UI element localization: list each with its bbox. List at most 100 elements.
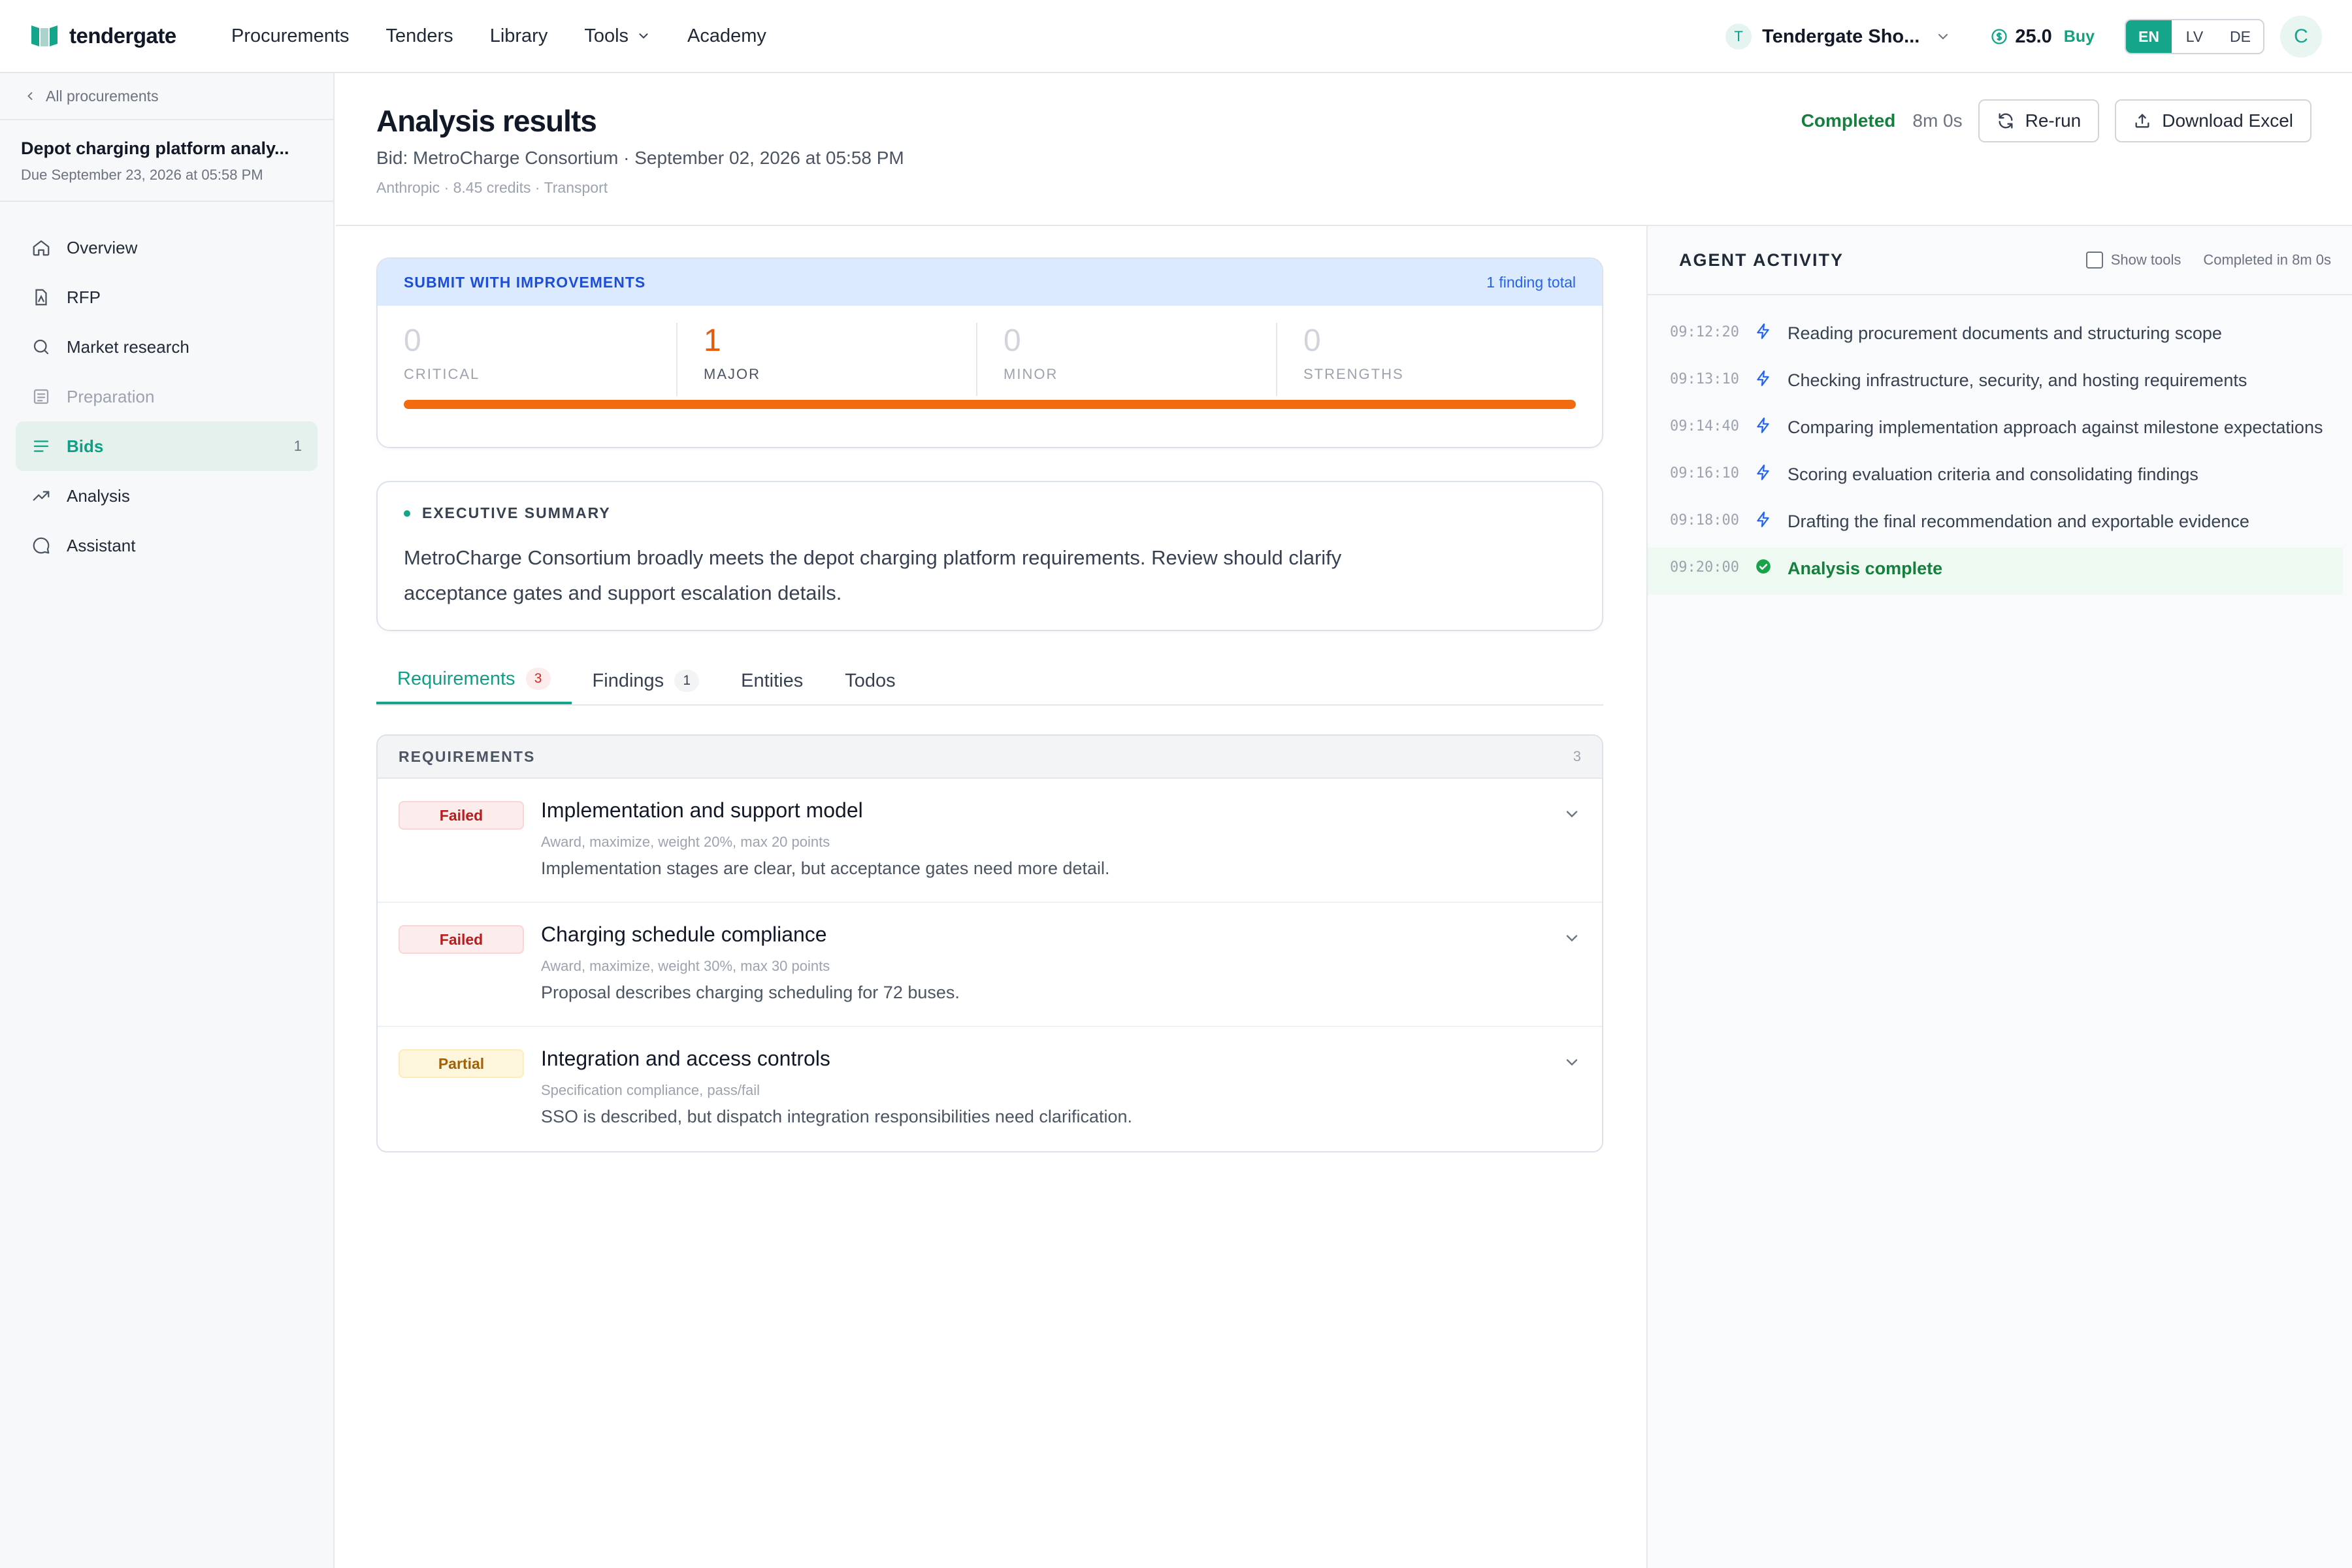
stat-label: STRENGTHS	[1303, 366, 1404, 382]
search-icon	[33, 339, 49, 355]
user-avatar[interactable]: C	[2280, 16, 2322, 57]
meta-provider: Anthropic	[376, 179, 440, 196]
agent-activity-controls: Show tools Completed in 8m 0s	[2085, 252, 2331, 269]
activity-text: Reading procurement documents and struct…	[1788, 323, 2222, 343]
sidebar-item-rfp[interactable]: RFP	[16, 272, 318, 322]
result-tabs: Requirements 3 Findings 1 Entities Todos	[376, 657, 1603, 706]
dot-icon	[404, 510, 410, 517]
meta-separator: ·	[534, 179, 544, 196]
lightning-icon	[1757, 370, 1769, 386]
chevron-down-icon	[1938, 34, 1948, 40]
completed-duration: Completed in 8m 0s	[2203, 252, 2331, 268]
nav-library[interactable]: Library	[490, 25, 548, 47]
meta-credits: 8.45 credits	[453, 179, 531, 196]
requirement-title: Integration and access controls	[541, 1047, 830, 1070]
nav-tenders[interactable]: Tenders	[386, 25, 453, 47]
sidebar-item-market-research[interactable]: Market research	[16, 322, 318, 372]
tendergate-logo-icon	[31, 25, 57, 46]
nav-procurements[interactable]: Procurements	[231, 25, 350, 47]
stat-critical: 0 CRITICAL	[404, 323, 676, 396]
buy-credits-link[interactable]: Buy	[2064, 27, 2095, 46]
stat-minor: 0 MINOR	[976, 323, 1276, 396]
tab-count-badge: 3	[525, 668, 551, 690]
stat-label: CRITICAL	[404, 366, 480, 382]
requirement-description: Implementation stages are clear, but acc…	[541, 858, 1110, 878]
home-icon	[33, 240, 50, 256]
tab-entities[interactable]: Entities	[720, 657, 824, 704]
requirement-title: Charging schedule compliance	[541, 923, 827, 946]
requirement-meta: Award, maximize, weight 30%, max 30 poin…	[541, 958, 830, 974]
sidebar-nav: Overview RFP Market research Preparation…	[0, 202, 333, 591]
procurement-due-date: Due September 23, 2026 at 05:58 PM	[21, 167, 263, 183]
tab-findings[interactable]: Findings 1	[572, 657, 721, 704]
sidebar-item-assistant[interactable]: Assistant	[16, 521, 318, 570]
back-label: All procurements	[46, 87, 159, 105]
tab-todos[interactable]: Todos	[824, 657, 916, 704]
chevron-down-icon[interactable]	[1563, 1053, 1581, 1071]
duration: 8m 0s	[1912, 110, 1963, 131]
executive-summary-heading: EXECUTIVE SUMMARY	[404, 504, 1576, 522]
agent-activity-header: AGENT ACTIVITY Show tools Completed in 8…	[1648, 226, 2352, 295]
activity-item: 09:14:40 Comparing implementation approa…	[1648, 406, 2352, 453]
back-to-procurements-link[interactable]: All procurements	[0, 73, 333, 120]
document-icon	[35, 289, 47, 306]
chevron-down-icon[interactable]	[1563, 805, 1581, 823]
activity-time: 09:14:40	[1670, 418, 1739, 434]
requirements-heading: REQUIREMENTS	[399, 747, 536, 765]
show-tools-checkbox[interactable]	[2085, 252, 2103, 269]
severity-bar-fill	[404, 400, 1576, 409]
sidebar-item-overview[interactable]: Overview	[16, 223, 318, 272]
lang-lv[interactable]: LV	[2172, 20, 2217, 53]
lightning-icon	[1757, 417, 1769, 433]
stat-value: 0	[404, 323, 421, 358]
finding-total: 1 finding total	[1486, 273, 1576, 291]
requirement-meta: Award, maximize, weight 20%, max 20 poin…	[541, 834, 830, 850]
activity-time: 09:16:10	[1670, 465, 1739, 482]
agent-activity-panel: AGENT ACTIVITY Show tools Completed in 8…	[1646, 226, 2352, 1568]
stat-value: 0	[1303, 323, 1321, 358]
requirement-row[interactable]: Partial Integration and access controls …	[378, 1027, 1602, 1151]
brand[interactable]: tendergate	[30, 23, 213, 49]
rerun-label: Re-run	[2025, 110, 2082, 131]
procurement-info: Depot charging platform analy... Due Sep…	[0, 120, 333, 202]
sidebar-item-bids[interactable]: Bids 1	[16, 421, 318, 471]
activity-time: 09:12:20	[1670, 324, 1739, 340]
coin-icon	[1991, 29, 2007, 44]
chevron-down-icon	[639, 33, 648, 39]
requirement-row[interactable]: Failed Charging schedule compliance Awar…	[378, 903, 1602, 1027]
status-badge: Failed	[399, 801, 524, 830]
sidebar-item-preparation[interactable]: Preparation	[16, 372, 318, 421]
requirement-row[interactable]: Failed Implementation and support model …	[378, 779, 1602, 903]
sidebar-item-label: Analysis	[67, 485, 130, 506]
meta-separator: ·	[444, 179, 453, 196]
download-excel-button[interactable]: Download Excel	[2115, 99, 2311, 142]
show-tools-label[interactable]: Show tools	[2111, 252, 2181, 269]
activity-item: 09:13:10 Checking infrastructure, securi…	[1648, 359, 2352, 406]
chevron-left-icon	[27, 92, 33, 100]
stat-value: 0	[1004, 323, 1021, 358]
organization-switcher[interactable]: T Tendergate Sho...	[1725, 24, 1951, 50]
lightning-icon	[1757, 465, 1769, 480]
activity-time: 09:13:10	[1670, 371, 1739, 387]
lang-de[interactable]: DE	[2217, 20, 2263, 53]
page-title: Analysis results	[376, 104, 597, 138]
credits-balance: 25.0 Buy	[1990, 26, 2095, 48]
list-icon	[33, 440, 49, 452]
sidebar-item-label: Bids	[67, 436, 104, 456]
stat-major: 1 MAJOR	[676, 323, 976, 396]
nav-tools[interactable]: Tools	[584, 25, 651, 47]
lang-en[interactable]: EN	[2126, 20, 2172, 53]
brand-name: tendergate	[69, 24, 176, 48]
org-avatar: T	[1725, 24, 1752, 50]
trend-icon	[33, 491, 50, 501]
chevron-down-icon[interactable]	[1563, 929, 1581, 947]
sidebar-item-analysis[interactable]: Analysis	[16, 471, 318, 521]
activity-text: Drafting the final recommendation and ex…	[1788, 512, 2249, 531]
refresh-icon	[1999, 113, 2013, 129]
tab-requirements[interactable]: Requirements 3	[376, 656, 572, 704]
rerun-button[interactable]: Re-run	[1978, 99, 2100, 142]
sidebar-item-label: Market research	[67, 336, 189, 357]
nav-academy[interactable]: Academy	[687, 25, 766, 47]
org-name: Tendergate Sho...	[1762, 25, 1920, 47]
activity-text: Analysis complete	[1788, 559, 1943, 578]
